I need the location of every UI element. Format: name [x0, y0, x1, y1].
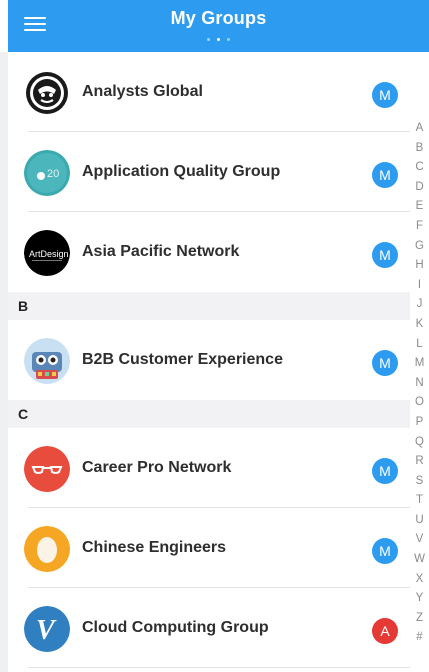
alpha-index-letter[interactable]: R: [415, 452, 423, 472]
alpha-index-letter[interactable]: W: [414, 550, 425, 570]
alpha-index-letter[interactable]: H: [415, 256, 423, 276]
group-row[interactable]: 20 Application Quality Group M: [8, 132, 410, 212]
analysts-global-logo-icon: [24, 70, 70, 116]
alpha-index-letter[interactable]: J: [417, 295, 423, 315]
alpha-index-letter[interactable]: C: [415, 158, 423, 178]
alpha-index-letter[interactable]: X: [416, 570, 424, 590]
svg-text:V: V: [36, 615, 57, 646]
alpha-index-letter[interactable]: D: [415, 178, 423, 198]
member-role-badge: M: [372, 350, 398, 376]
group-name: B2B Customer Experience: [82, 351, 283, 368]
section-header-c: C: [8, 400, 410, 428]
page-title: My Groups: [170, 8, 267, 28]
alpha-index-letter[interactable]: M: [415, 354, 425, 374]
page-indicator: [8, 38, 429, 41]
alpha-index-letter[interactable]: V: [416, 530, 424, 550]
member-role-badge: M: [372, 242, 398, 268]
alpha-index-letter[interactable]: #: [416, 628, 422, 648]
application-quality-logo-icon: 20: [24, 150, 70, 196]
alpha-index-letter[interactable]: Y: [416, 589, 424, 609]
glasses-logo-icon: [24, 446, 70, 492]
group-row[interactable]: B2B Customer Experience M: [8, 320, 410, 400]
alpha-index-letter[interactable]: F: [416, 217, 423, 237]
alpha-index-letter[interactable]: I: [418, 276, 421, 296]
page-dot-active[interactable]: [217, 38, 220, 41]
alpha-index-letter[interactable]: A: [416, 119, 424, 139]
alpha-index-letter[interactable]: G: [415, 237, 424, 257]
member-role-badge: M: [372, 458, 398, 484]
asia-pacific-logo-icon: ArtDesign: [24, 230, 70, 276]
section-header-b: B: [8, 292, 410, 320]
group-row[interactable]: V Cloud Computing Group A: [8, 588, 410, 668]
group-name: Cloud Computing Group: [82, 619, 269, 636]
b2b-robot-logo-icon: [24, 338, 70, 384]
alphabet-index-bar[interactable]: A B C D E F G H I J K L M N O P Q R S T U V W X Y Z #: [410, 119, 429, 648]
group-name: Analysts Global: [82, 83, 203, 100]
group-row[interactable]: Career Pro Network M: [8, 428, 410, 508]
alpha-index-letter[interactable]: Q: [415, 433, 424, 453]
alpha-index-letter[interactable]: S: [416, 472, 424, 492]
group-row[interactable]: Chinese Engineers M: [8, 508, 410, 588]
alpha-index-letter[interactable]: T: [416, 491, 423, 511]
group-name: Career Pro Network: [82, 459, 232, 476]
member-role-badge: M: [372, 162, 398, 188]
group-row[interactable]: ArtDesign Asia Pacific Network M: [8, 212, 410, 292]
svg-text:ArtDesign: ArtDesign: [29, 249, 69, 259]
alpha-index-letter[interactable]: U: [415, 511, 423, 531]
page-dot[interactable]: [207, 38, 210, 41]
group-row[interactable]: Analysts Global M: [8, 52, 410, 132]
v-script-logo-icon: V: [24, 606, 70, 652]
member-role-badge: M: [372, 538, 398, 564]
group-list: Analysts Global M 20 Application Quality…: [8, 52, 410, 672]
alpha-index-letter[interactable]: Z: [416, 609, 423, 629]
admin-role-badge: A: [372, 618, 398, 644]
alpha-index-letter[interactable]: L: [416, 335, 422, 355]
alpha-index-letter[interactable]: P: [416, 413, 424, 433]
alpha-index-letter[interactable]: O: [415, 393, 424, 413]
group-name: Chinese Engineers: [82, 539, 227, 556]
egg-logo-icon: [24, 526, 70, 572]
alpha-index-letter[interactable]: E: [416, 197, 424, 217]
alpha-index-letter[interactable]: N: [415, 374, 423, 394]
app-header: My Groups: [8, 0, 429, 52]
group-name: Application Quality Group: [82, 163, 281, 180]
page-dot[interactable]: [227, 38, 230, 41]
group-name: Asia Pacific Network: [82, 243, 240, 260]
alpha-index-letter[interactable]: K: [416, 315, 424, 335]
my-groups-screen: My Groups Analysts Global M 20 Applicati…: [0, 0, 429, 672]
left-edge-strip: [0, 52, 8, 672]
alpha-index-letter[interactable]: B: [416, 139, 424, 159]
svg-text:20: 20: [47, 168, 59, 180]
member-role-badge: M: [372, 82, 398, 108]
